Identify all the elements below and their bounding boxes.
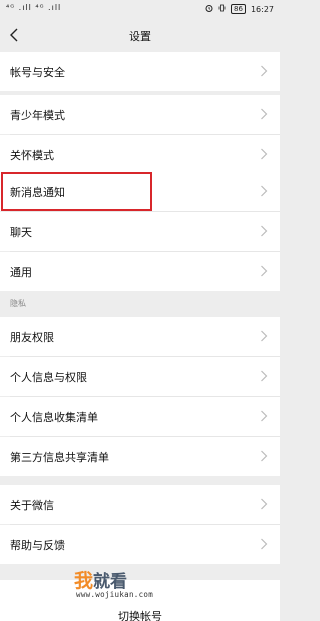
settings-item-personal-info-collection-list[interactable]: 个人信息收集清单 (0, 397, 280, 436)
battery-indicator: 86 (231, 4, 246, 14)
settings-item-friend-permissions[interactable]: 朋友权限 (0, 317, 280, 356)
settings-item-label: 通用 (10, 265, 32, 279)
screen: ⁴ᴳ .ıll ⁴ᴳ .ıll 86 16:27 设置 帐号与安全 青少年模式 … (0, 0, 280, 621)
settings-item-label: 帐号与安全 (10, 65, 65, 79)
settings-item-account-security[interactable]: 帐号与安全 (0, 52, 280, 91)
section-header-privacy: 隐私 (10, 299, 26, 308)
status-right: 86 16:27 (205, 4, 274, 14)
settings-item-third-party-sharing-list[interactable]: 第三方信息共享清单 (0, 437, 280, 476)
settings-item-label: 个人信息与权限 (10, 370, 87, 384)
settings-item-help-feedback[interactable]: 帮助与反馈 (0, 525, 280, 564)
chevron-right-icon (261, 330, 268, 342)
chevron-right-icon (261, 108, 268, 120)
clock: 16:27 (250, 4, 274, 14)
settings-item-label: 青少年模式 (10, 108, 65, 122)
settings-item-label: 个人信息收集清单 (10, 410, 98, 424)
chevron-right-icon (261, 148, 268, 160)
chevron-right-icon (261, 410, 268, 422)
settings-item-label: 第三方信息共享清单 (10, 450, 109, 464)
settings-item-about-wechat[interactable]: 关于微信 (0, 485, 280, 524)
alarm-icon (205, 4, 213, 14)
page-title: 设置 (129, 30, 151, 43)
signal-indicators: ⁴ᴳ .ıll ⁴ᴳ .ıll (6, 3, 62, 12)
watermark-logo: 我就看 www.wojiukan.com (74, 566, 206, 606)
chevron-right-icon (261, 538, 268, 550)
watermark-url: www.wojiukan.com (76, 590, 154, 599)
chevron-right-icon (261, 370, 268, 382)
watermark-text: 我就看 (74, 570, 128, 592)
settings-item-chat[interactable]: 聊天 (0, 212, 280, 251)
navigation-bar: 设置 (0, 20, 280, 52)
settings-item-label: 聊天 (10, 225, 32, 239)
chevron-right-icon (261, 225, 268, 237)
settings-item-label: 朋友权限 (10, 330, 54, 344)
settings-item-label: 关怀模式 (10, 148, 54, 162)
settings-item-personal-info-permissions[interactable]: 个人信息与权限 (0, 357, 280, 396)
chevron-right-icon (261, 185, 268, 197)
settings-item-label: 关于微信 (10, 498, 54, 512)
chevron-right-icon (261, 450, 268, 462)
vibrate-icon (218, 4, 226, 14)
settings-item-teen-mode[interactable]: 青少年模式 (0, 95, 280, 134)
settings-item-label: 帮助与反馈 (10, 538, 65, 552)
highlight-annotation (1, 172, 152, 211)
chevron-right-icon (261, 65, 268, 77)
chevron-right-icon (261, 265, 268, 277)
settings-item-care-mode[interactable]: 关怀模式 (0, 135, 280, 174)
status-bar: ⁴ᴳ .ıll ⁴ᴳ .ıll 86 16:27 (0, 0, 280, 20)
settings-item-general[interactable]: 通用 (0, 252, 280, 291)
chevron-right-icon (261, 498, 268, 510)
switch-account-label: 切换帐号 (118, 610, 162, 621)
